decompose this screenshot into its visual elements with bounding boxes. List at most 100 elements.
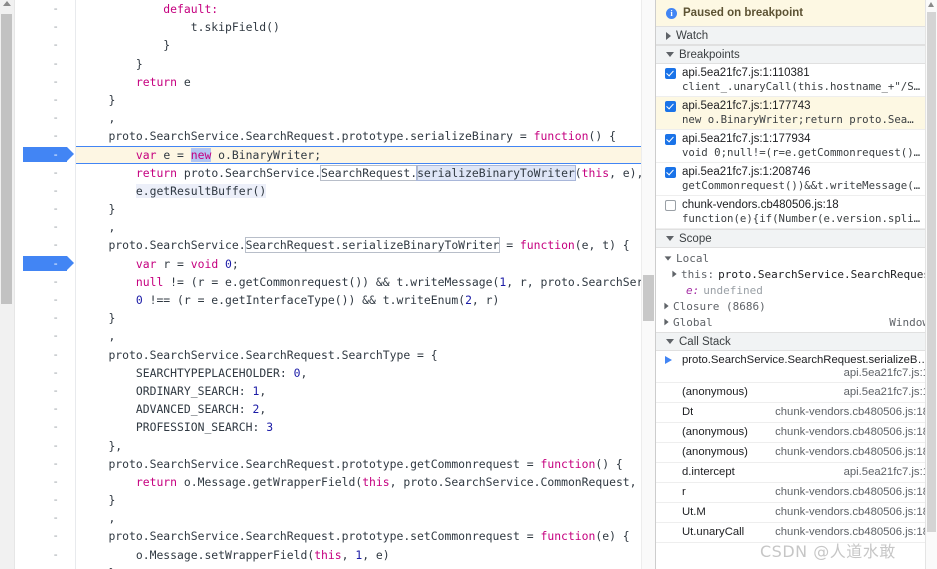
code-line[interactable]: - PROFESSION_SEARCH: 3 bbox=[15, 418, 655, 436]
line-number[interactable]: - bbox=[15, 182, 67, 200]
line-number[interactable]: - bbox=[15, 200, 67, 218]
code-scrollbar-thumb[interactable] bbox=[643, 275, 654, 321]
line-number[interactable]: - bbox=[15, 291, 67, 309]
code-editor[interactable]: - default: - t.skipField() - } - } - return … bbox=[15, 0, 655, 569]
breakpoint-item[interactable]: api.5ea21fc7.js:1:177743 new o.BinaryWrit… bbox=[656, 97, 937, 130]
breakpoint-item[interactable]: chunk-vendors.cb480506.js:18 function(e){… bbox=[656, 196, 937, 229]
line-number[interactable]: - bbox=[15, 109, 67, 127]
code-line[interactable]: - proto.SearchService.SearchRequest.prot… bbox=[15, 455, 655, 473]
code-line[interactable]: - 0 !== (r = e.getInterfaceType()) && t.… bbox=[15, 291, 655, 309]
code-line[interactable]: - proto.SearchService.SearchRequest.seri… bbox=[15, 236, 655, 254]
code-line[interactable]: - , bbox=[15, 109, 655, 127]
line-number[interactable]: - bbox=[15, 255, 67, 273]
line-number[interactable]: - bbox=[15, 382, 67, 400]
chevron-down-icon[interactable] bbox=[664, 255, 672, 261]
call-stack-frame[interactable]: Dt chunk-vendors.cb480506.js:18 bbox=[656, 403, 937, 423]
code-line[interactable]: - } bbox=[15, 36, 655, 54]
line-number[interactable]: - bbox=[15, 273, 67, 291]
chevron-right-icon[interactable] bbox=[672, 270, 677, 278]
call-stack-frame[interactable]: Ut.unaryCall chunk-vendors.cb480506.js:18 bbox=[656, 523, 937, 543]
call-stack-frame[interactable]: (anonymous) chunk-vendors.cb480506.js:18 bbox=[656, 423, 937, 443]
call-stack-frame[interactable]: r chunk-vendors.cb480506.js:18 bbox=[656, 483, 937, 503]
line-number[interactable]: - bbox=[15, 509, 67, 527]
scope-row[interactable]: Closure (8686) bbox=[656, 298, 937, 314]
code-line[interactable]: - } bbox=[15, 564, 655, 569]
chevron-right-icon[interactable] bbox=[664, 318, 669, 326]
line-number[interactable]: - bbox=[15, 55, 67, 73]
line-number[interactable]: - bbox=[15, 236, 67, 254]
breakpoint-location[interactable]: api.5ea21fc7.js:1:177743 bbox=[682, 100, 811, 112]
scope-section-header[interactable]: Scope bbox=[656, 229, 937, 248]
line-number[interactable]: - bbox=[15, 0, 67, 18]
line-number[interactable]: - bbox=[15, 146, 67, 164]
line-number[interactable]: - bbox=[15, 527, 67, 545]
breakpoint-checkbox[interactable] bbox=[665, 199, 676, 211]
code-line[interactable]: - , bbox=[15, 327, 655, 345]
code-line[interactable]: - o.Message.setWrapperField(this, 1, e) bbox=[15, 546, 655, 564]
line-number[interactable]: - bbox=[15, 346, 67, 364]
code-line[interactable]: - ORDINARY_SEARCH: 1, bbox=[15, 382, 655, 400]
code-line[interactable]: - } bbox=[15, 200, 655, 218]
breakpoint-item[interactable]: api.5ea21fc7.js:1:177934 void 0;null!=(r=… bbox=[656, 130, 937, 163]
scroll-up-arrow-icon[interactable] bbox=[928, 2, 934, 7]
line-number[interactable]: - bbox=[15, 418, 67, 436]
line-number[interactable]: - bbox=[15, 546, 67, 564]
line-number[interactable]: - bbox=[15, 127, 67, 145]
call-stack-frame[interactable]: proto.SearchService.SearchRequest.serial… bbox=[656, 351, 937, 383]
code-vertical-scrollbar[interactable] bbox=[641, 0, 655, 569]
line-number[interactable]: - bbox=[15, 91, 67, 109]
line-number[interactable]: - bbox=[15, 18, 67, 36]
code-line[interactable]: - } bbox=[15, 91, 655, 109]
code-line[interactable]: - , bbox=[15, 218, 655, 236]
call-stack-frame[interactable]: d.intercept api.5ea21fc7.js:1 bbox=[656, 463, 937, 483]
line-number[interactable]: - bbox=[15, 491, 67, 509]
line-number[interactable]: - bbox=[15, 218, 67, 236]
line-number[interactable]: - bbox=[15, 309, 67, 327]
breakpoint-checkbox[interactable] bbox=[665, 133, 676, 145]
line-number[interactable]: - bbox=[15, 455, 67, 473]
line-number[interactable]: - bbox=[15, 73, 67, 91]
code-line[interactable]: - default: bbox=[15, 0, 655, 18]
breakpoint-location[interactable]: api.5ea21fc7.js:1:208746 bbox=[682, 166, 811, 178]
breakpoint-checkbox[interactable] bbox=[665, 166, 676, 178]
breakpoint-location[interactable]: api.5ea21fc7.js:1:177934 bbox=[682, 133, 811, 145]
line-number[interactable]: - bbox=[15, 364, 67, 382]
code-line[interactable]: - }, bbox=[15, 437, 655, 455]
code-line[interactable]: - t.skipField() bbox=[15, 18, 655, 36]
line-number[interactable]: - bbox=[15, 564, 67, 569]
scroll-up-arrow-icon[interactable] bbox=[3, 1, 11, 6]
code-line[interactable]: - } bbox=[15, 55, 655, 73]
source-left-scrollbar[interactable] bbox=[0, 0, 15, 569]
call-stack-frame[interactable]: Ut.M chunk-vendors.cb480506.js:18 bbox=[656, 503, 937, 523]
code-line[interactable]: - return proto.SearchService.SearchReque… bbox=[15, 164, 655, 182]
code-line[interactable]: - var r = void 0; bbox=[15, 255, 655, 273]
code-line[interactable]: - return e bbox=[15, 73, 655, 91]
line-number[interactable]: - bbox=[15, 437, 67, 455]
line-number[interactable]: - bbox=[15, 327, 67, 345]
line-number[interactable]: - bbox=[15, 473, 67, 491]
scope-row[interactable]: e: undefined bbox=[656, 282, 937, 298]
breakpoint-checkbox[interactable] bbox=[665, 100, 676, 112]
code-line[interactable]: - var e = new o.BinaryWriter; bbox=[15, 145, 655, 164]
call-stack-frame[interactable]: (anonymous) api.5ea21fc7.js:1 bbox=[656, 383, 937, 403]
debugger-scrollbar[interactable] bbox=[925, 0, 937, 569]
watch-section-header[interactable]: Watch bbox=[656, 26, 937, 45]
breakpoints-section-header[interactable]: Breakpoints bbox=[656, 45, 937, 64]
line-number[interactable]: - bbox=[15, 400, 67, 418]
scope-row[interactable]: this: proto.SearchService.SearchRequest bbox=[656, 266, 937, 282]
breakpoint-item[interactable]: api.5ea21fc7.js:1:208746 getCommonrequest… bbox=[656, 163, 937, 196]
call-stack-frame[interactable]: (anonymous) chunk-vendors.cb480506.js:18 bbox=[656, 443, 937, 463]
code-line[interactable]: - } bbox=[15, 491, 655, 509]
code-line[interactable]: - proto.SearchService.SearchRequest.prot… bbox=[15, 127, 655, 145]
code-line[interactable]: - ADVANCED_SEARCH: 2, bbox=[15, 400, 655, 418]
scope-row[interactable]: Global Window bbox=[656, 314, 937, 330]
code-line[interactable]: - return o.Message.getWrapperField(this,… bbox=[15, 473, 655, 491]
code-line[interactable]: - e.getResultBuffer() bbox=[15, 182, 655, 200]
breakpoint-item[interactable]: api.5ea21fc7.js:1:110381 client_.unaryCal… bbox=[656, 64, 937, 97]
debugger-scrollbar-thumb[interactable] bbox=[927, 12, 936, 532]
line-number[interactable]: - bbox=[15, 164, 67, 182]
code-line[interactable]: - , bbox=[15, 509, 655, 527]
breakpoint-location[interactable]: api.5ea21fc7.js:1:110381 bbox=[682, 67, 810, 79]
code-line[interactable]: - } bbox=[15, 309, 655, 327]
breakpoint-location[interactable]: chunk-vendors.cb480506.js:18 bbox=[682, 199, 839, 211]
